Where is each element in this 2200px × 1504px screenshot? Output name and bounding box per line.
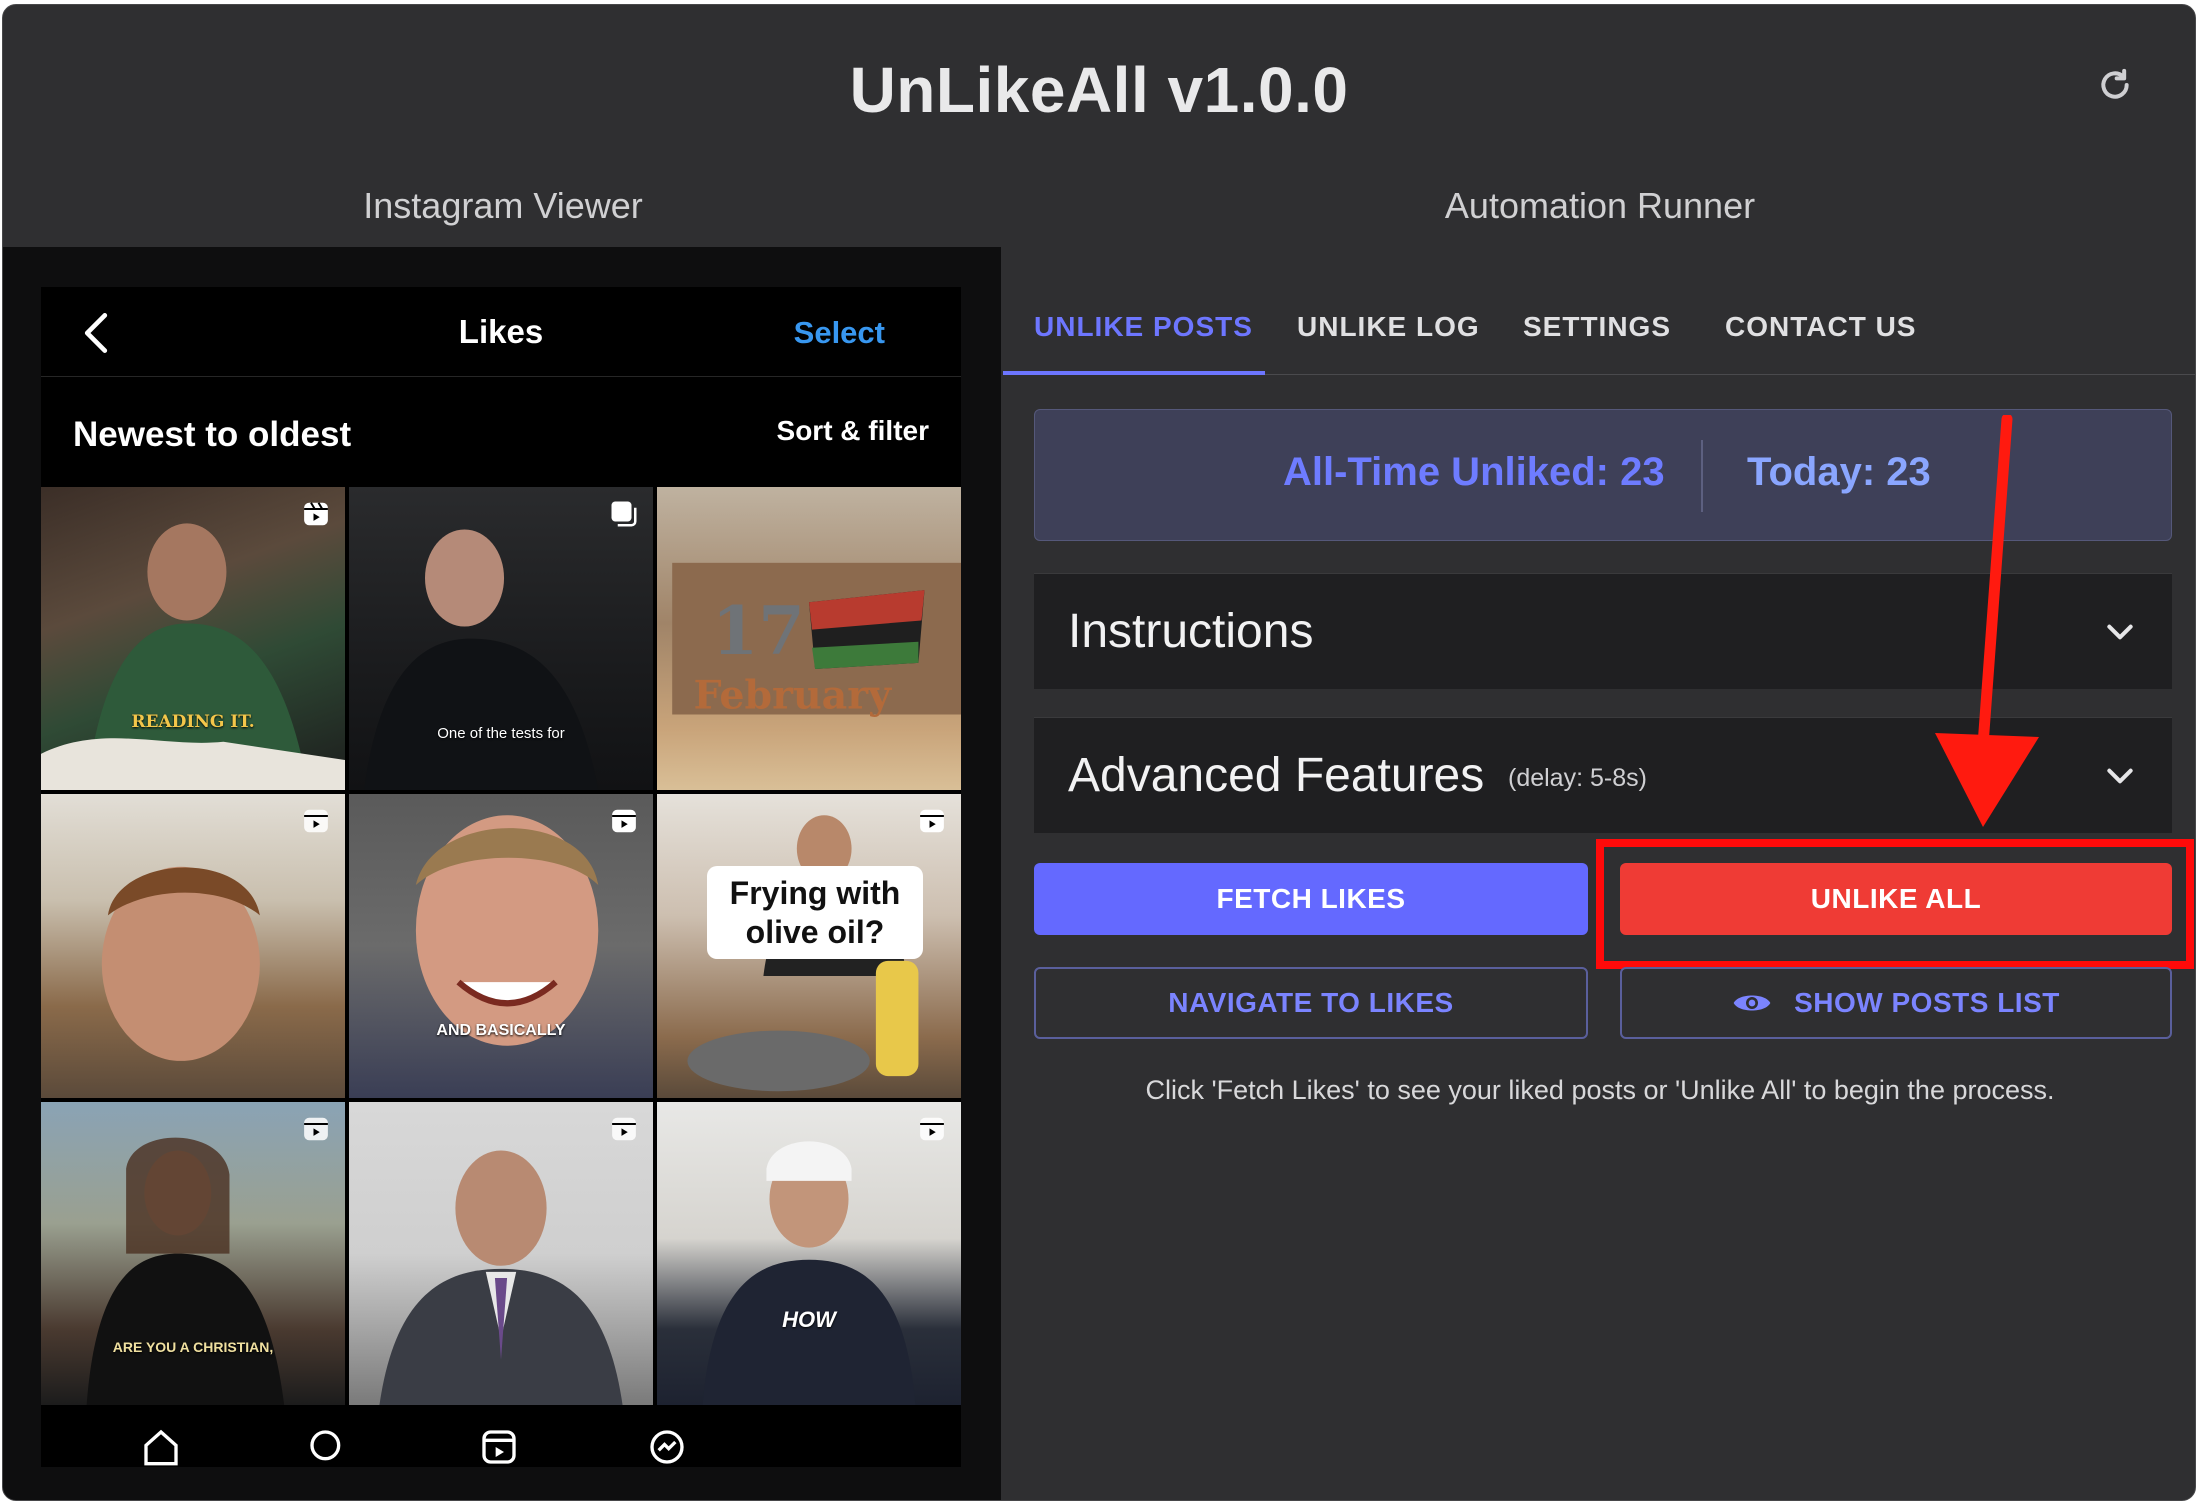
instagram-frame: Likes Select Newest to oldest Sort & fil…	[41, 287, 961, 1467]
all-time-unliked-stat: All-Time Unliked: 23	[1283, 450, 1665, 494]
home-icon[interactable]	[139, 1427, 183, 1467]
sort-heading: Newest to oldest	[73, 415, 352, 454]
tile-caption: ARE YOU A CHRISTIAN,	[112, 1339, 274, 1355]
tab-unlike-log[interactable]: UNLIKE LOG	[1297, 311, 1480, 343]
app-window: UnLikeAll v1.0.0 Instagram Viewer Automa…	[2, 4, 2196, 1501]
refresh-icon[interactable]	[2095, 65, 2135, 105]
search-icon[interactable]	[305, 1427, 349, 1467]
tile-caption: AND BASICALLY	[436, 1021, 566, 1039]
post-tile[interactable]	[41, 794, 345, 1098]
reels-icon[interactable]	[477, 1427, 521, 1467]
instruction-hint: Click 'Fetch Likes' to see your liked po…	[1145, 1075, 2055, 1105]
post-tile[interactable]: READING IT.	[41, 487, 345, 791]
reel-icon	[304, 1117, 328, 1140]
tab-bar: UNLIKE POSTS UNLIKE LOG SETTINGS CONTACT…	[1003, 275, 2195, 375]
reel-icon	[612, 1117, 636, 1140]
app-title: UnLikeAll v1.0.0	[849, 54, 1349, 126]
post-tile[interactable]: ARE YOU A CHRISTIAN,	[41, 1101, 345, 1405]
liked-posts-grid: READING IT. One of the tests for 17 Febr…	[41, 487, 961, 1405]
annotation-highlight-box	[1596, 839, 2194, 969]
instagram-viewer-header: Instagram Viewer	[363, 185, 643, 226]
post-tile[interactable]: 17 February	[657, 487, 961, 791]
annotation-arrow-icon	[1935, 415, 2039, 827]
reel-icon	[612, 810, 636, 833]
fetch-likes-button[interactable]: FETCH LIKES	[1034, 863, 1588, 935]
show-posts-list-label: SHOW POSTS LIST	[1794, 987, 2060, 1018]
post-tile[interactable]	[349, 1101, 653, 1405]
tile-caption: One of the tests for	[437, 725, 565, 743]
instagram-bottom-nav	[41, 1405, 961, 1467]
automation-runner-header: Automation Runner	[1444, 185, 1756, 226]
tab-settings[interactable]: SETTINGS	[1523, 311, 1671, 343]
today-unliked-stat: Today: 23	[1747, 450, 1931, 494]
sort-row: Newest to oldest Sort & filter	[41, 377, 961, 487]
navigate-to-likes-button[interactable]: NAVIGATE TO LIKES	[1034, 967, 1588, 1039]
chevron-down-icon[interactable]	[2104, 762, 2136, 790]
chevron-down-icon[interactable]	[2104, 618, 2136, 646]
instagram-top-bar: Likes Select	[41, 287, 961, 377]
tile-caption: HOW	[782, 1307, 836, 1332]
post-tile[interactable]: Frying with olive oil?	[657, 794, 961, 1098]
sort-filter-button[interactable]: Sort & filter	[777, 415, 929, 447]
stats-divider	[1701, 440, 1703, 512]
messenger-icon[interactable]	[645, 1427, 689, 1467]
carousel-icon	[611, 501, 637, 527]
delay-label: (delay: 5-8s)	[1508, 764, 1647, 792]
active-tab-indicator	[1003, 371, 1265, 375]
instagram-viewer-panel: Likes Select Newest to oldest Sort & fil…	[3, 247, 1001, 1500]
reel-icon	[304, 810, 328, 833]
svg-text:February: February	[693, 672, 892, 718]
instructions-title: Instructions	[1068, 605, 1314, 658]
tab-unlike-posts[interactable]: UNLIKE POSTS	[1034, 311, 1253, 343]
post-tile[interactable]: AND BASICALLY	[349, 794, 653, 1098]
select-link[interactable]: Select	[794, 315, 885, 351]
show-posts-list-button[interactable]: SHOW POSTS LIST	[1620, 967, 2172, 1039]
advanced-features-title: Advanced Features	[1068, 749, 1485, 802]
reel-icon	[920, 1117, 944, 1140]
post-tile[interactable]: HOW	[657, 1101, 961, 1405]
tile-caption: Frying with olive oil?	[729, 875, 901, 950]
tile-caption: READING IT.	[131, 712, 255, 733]
tab-contact-us[interactable]: CONTACT US	[1725, 311, 1916, 343]
post-tile[interactable]: One of the tests for	[349, 487, 653, 791]
reel-icon	[304, 502, 328, 526]
eye-icon	[1733, 995, 1771, 1011]
olive-oil-caption-card: Frying with olive oil?	[707, 866, 923, 960]
svg-text:17: 17	[712, 591, 805, 670]
reel-icon	[920, 810, 944, 833]
